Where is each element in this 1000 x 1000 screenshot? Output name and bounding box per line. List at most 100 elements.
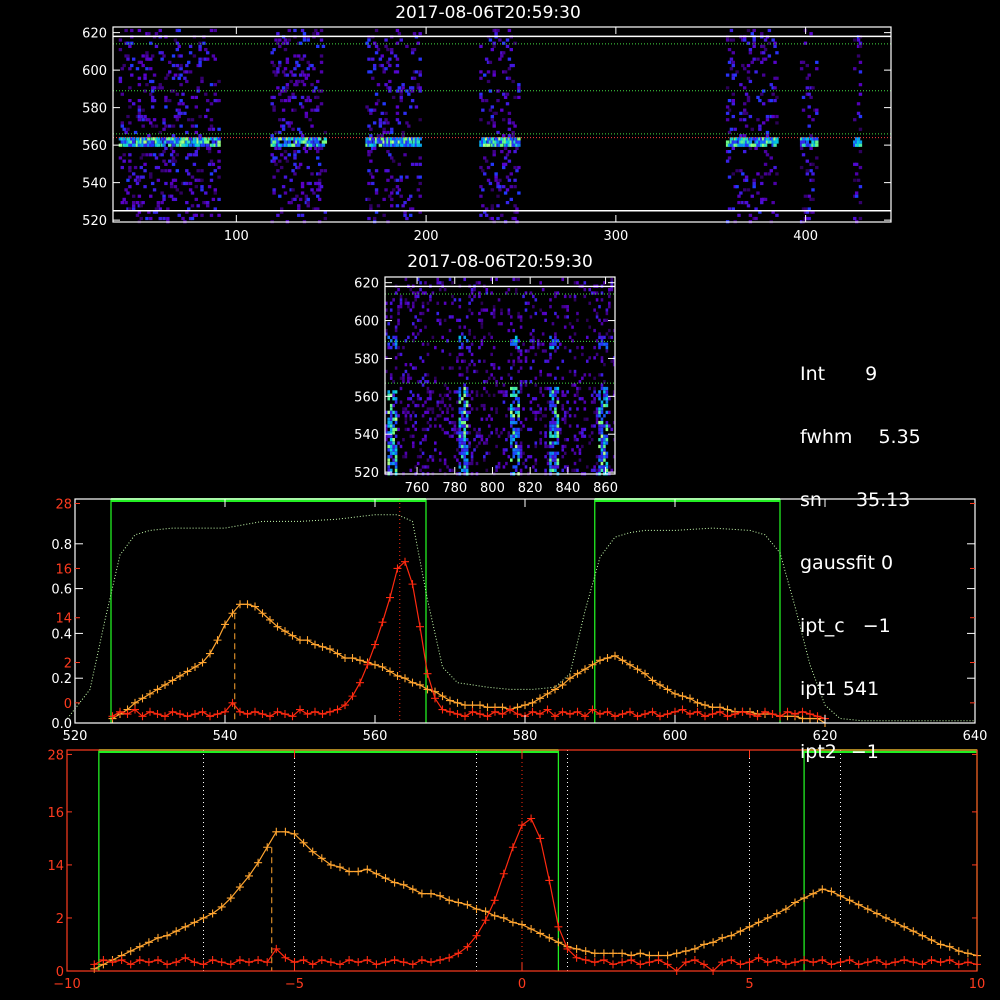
heatmap-cell [539,431,543,435]
heatmap-cell [475,369,479,374]
data-point [909,927,918,936]
heatmap-cell [598,455,601,459]
heatmap-cell [278,194,282,198]
heatmap-cell [600,458,604,462]
heatmap-cell [603,458,606,462]
heatmap-cell [512,465,516,469]
heatmap-cell [412,32,417,36]
heatmap-cell [416,83,421,87]
heatmap-cell [507,434,511,438]
heatmap-cell [598,438,601,442]
heatmap-cell [853,178,857,182]
heatmap-cell [801,60,806,64]
heatmap-cell [404,451,408,455]
data-point [927,936,936,945]
x-tick-label: 560 [363,729,388,744]
heatmap-cell [460,359,464,363]
data-point [168,676,177,685]
heatmap-cell [460,414,464,418]
heatmap-cell [414,105,419,109]
heatmap-cell [411,322,415,326]
data-point [603,654,612,663]
heatmap-cell [418,57,422,61]
heatmap-cell [169,185,174,189]
heatmap-cell [600,342,604,346]
heatmap-cell [590,431,594,435]
heatmap-cell [185,105,189,109]
heatmap-cell [463,325,467,329]
heatmap-cell [319,70,324,74]
heatmap-cell [388,57,392,61]
spectrogram-panel-top: 2017-08-06T20:59:30 100 200 300 40052054056… [82,3,892,244]
heatmap-cell [283,48,288,52]
heatmap-cell [610,335,614,340]
heatmap-cell [460,468,464,472]
heatmap-cell [478,427,481,432]
heatmap-cell [270,134,274,138]
data-point [754,953,763,962]
heatmap-cell [399,294,403,299]
data-point [491,707,499,716]
heatmap-cell [551,444,555,449]
heatmap-cell [451,301,454,305]
heatmap-cell [725,159,730,163]
heatmap-cell [514,427,518,432]
data-point [551,685,559,694]
heatmap-cell [546,451,550,455]
heatmap-cell [522,424,525,428]
data-point [800,894,809,903]
heatmap-cell [389,427,393,432]
heatmap-cell [198,44,202,49]
heatmap-cell [517,461,520,466]
heatmap-cell [463,420,467,425]
heatmap-cell [502,118,506,122]
heatmap-cell [529,339,533,343]
data-point [845,955,854,964]
heatmap-cell [403,201,407,205]
data-point [176,710,184,719]
heatmap-cell [300,28,305,33]
heatmap-cell [399,444,403,449]
heatmap-cell [739,83,743,87]
heatmap-cell [549,455,552,459]
heatmap-cell [754,216,758,221]
heatmap-cell [120,124,124,128]
heatmap-cell [498,178,502,182]
heatmap-cell [392,403,395,408]
heatmap-cell [554,342,557,346]
heatmap-cell [568,294,572,299]
heatmap-cell [194,105,198,109]
heatmap-cell [502,390,506,394]
data-point [226,960,235,969]
heatmap-cell [122,159,126,163]
heatmap-cell [287,140,291,144]
heatmap-cell [809,134,813,138]
heatmap-cell [369,111,373,115]
heatmap-cell [293,73,297,77]
data-point [791,958,799,967]
velocity-profile-axes: −10 −5 0 5 1002141628 [47,748,985,992]
data-point [183,667,192,676]
heatmap-cell [446,339,449,343]
heatmap-cell [434,345,437,350]
heatmap-cell [386,60,390,64]
heatmap-cell [492,121,496,125]
heatmap-cell [147,32,151,36]
heatmap-cell [380,134,384,138]
heatmap-cell [541,332,545,336]
heatmap-cell [600,455,604,459]
heatmap-cell [487,376,491,380]
heatmap-cell [517,414,520,418]
data-point [836,958,845,967]
heatmap-cell [771,114,775,119]
heatmap-cell [549,444,552,449]
heatmap-cell [513,204,517,208]
data-point [191,663,199,671]
heatmap-cell [426,465,430,469]
heatmap-cell [392,410,395,415]
heatmap-cell [512,328,516,333]
heatmap-cell [554,393,557,397]
data-point [633,712,642,721]
heatmap-cell [458,373,462,377]
heatmap-cell [503,191,508,195]
